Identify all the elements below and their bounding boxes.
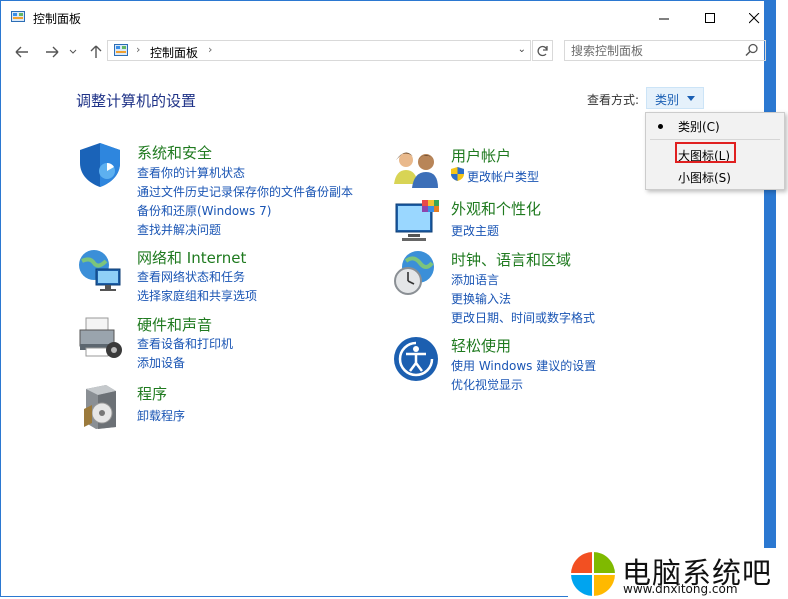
category-link[interactable]: 使用 Windows 建议的设置 [451,357,596,374]
forward-arrow-icon [46,46,59,58]
printer-icon[interactable] [76,314,124,362]
minimize-button[interactable] [641,1,687,35]
category-appearance: 外观和个性化 更改主题 [392,198,692,242]
category-link[interactable]: 更改日期、时间或数字格式 [451,309,595,326]
watermark: 电脑系统吧 www.dnxitong.com [568,548,778,599]
category-link[interactable]: 卸载程序 [137,407,185,424]
up-arrow-icon [90,45,102,58]
highlight-box [675,142,736,163]
address-box[interactable]: › 控制面板 › ⌄ [107,40,531,61]
refresh-icon [537,45,548,56]
category-network-internet: 网络和 Internet 查看网络状态和任务 选择家庭组和共享选项 [76,247,396,307]
category-link[interactable]: 选择家庭组和共享选项 [137,287,257,304]
windows-logo-icon [571,552,615,596]
refresh-button[interactable] [532,40,553,61]
category-title[interactable]: 用户帐户 [451,145,511,166]
shield-icon[interactable] [76,141,124,189]
category-link[interactable]: 更换输入法 [451,290,511,307]
navigation-bar: › 控制面板 › ⌄ [1,39,777,65]
category-system-security: 系统和安全 查看你的计算机状态 通过文件历史记录保存你的文件备份副本 备份和还原… [76,141,396,241]
address-dropdown-icon[interactable]: ⌄ [518,44,526,55]
menu-item-label: 小图标(S) [678,171,731,185]
maximize-icon [704,12,715,23]
category-title[interactable]: 程序 [137,383,167,404]
programs-disc-icon[interactable] [76,383,124,431]
control-panel-window: 控制面板 › 控制面板 › ⌄ 搜索控制面板 调整计算机的设置 查看方式: 类别… [0,0,776,597]
category-link[interactable]: 查找并解决问题 [137,221,221,238]
back-arrow-icon [15,46,28,58]
title-bar: 控制面板 [1,1,777,35]
watermark-url: www.dnxitong.com [623,582,738,596]
dropdown-arrow-icon [687,96,695,101]
clock-globe-icon[interactable] [392,249,440,297]
uac-shield-icon [451,167,464,181]
forward-button[interactable] [43,43,61,61]
category-link[interactable]: 更改主题 [451,222,499,239]
category-title[interactable]: 系统和安全 [137,142,212,163]
category-title[interactable]: 轻松使用 [451,335,511,356]
category-link[interactable]: 查看网络状态和任务 [137,268,245,285]
chevron-down-icon [69,49,77,54]
menu-item-category[interactable]: 类别(C) [646,115,784,137]
minimize-icon [658,18,669,19]
monitor-color-icon[interactable] [392,198,440,246]
category-link[interactable]: 添加设备 [137,354,185,371]
close-button[interactable] [731,1,777,35]
control-panel-location-icon [114,44,128,56]
ease-of-access-icon[interactable] [392,335,440,383]
category-link[interactable]: 备份和还原(Windows 7) [137,202,271,219]
category-clock-region: 时钟、语言和区域 添加语言 更换输入法 更改日期、时间或数字格式 [392,249,712,329]
category-hardware-sound: 硬件和声音 查看设备和打印机 添加设备 [76,314,396,374]
category-link[interactable]: 更改帐户类型 [467,168,539,185]
category-link[interactable]: 查看设备和打印机 [137,335,233,352]
breadcrumb-chevron-icon[interactable]: › [208,43,212,56]
view-by-label: 查看方式: [587,93,640,107]
users-icon[interactable] [392,144,440,192]
close-icon [748,12,759,23]
menu-item-label: 类别(C) [678,120,720,134]
up-button[interactable] [87,43,105,61]
maximize-button[interactable] [687,1,733,35]
category-ease-of-access: 轻松使用 使用 Windows 建议的设置 优化视觉显示 [392,335,712,395]
control-panel-app-icon [11,11,25,22]
category-programs: 程序 卸载程序 [76,383,396,431]
category-link[interactable]: 查看你的计算机状态 [137,164,245,181]
view-by-dropdown[interactable]: 类别 [646,87,704,109]
category-link[interactable]: 优化视觉显示 [451,376,523,393]
recent-locations-button[interactable] [67,43,79,61]
category-title[interactable]: 硬件和声音 [137,314,212,335]
menu-separator [650,139,780,140]
menu-item-small-icons[interactable]: 小图标(S) [646,166,784,188]
category-link[interactable]: 添加语言 [451,271,499,288]
back-button[interactable] [13,43,31,61]
network-globe-icon[interactable] [76,247,124,295]
window-title: 控制面板 [33,12,82,26]
category-title[interactable]: 时钟、语言和区域 [451,249,571,270]
search-icon[interactable] [745,43,759,57]
page-title: 调整计算机的设置 [76,92,197,110]
view-by-value: 类别 [655,93,680,107]
breadcrumb-chevron-icon: › [136,43,141,56]
search-box[interactable] [564,40,766,61]
category-link[interactable]: 通过文件历史记录保存你的文件备份副本 [137,183,353,200]
search-input[interactable] [571,42,741,59]
selected-bullet-icon [658,124,663,129]
breadcrumb[interactable]: 控制面板 [150,44,198,61]
category-title[interactable]: 网络和 Internet [137,247,246,268]
category-title[interactable]: 外观和个性化 [451,198,541,219]
